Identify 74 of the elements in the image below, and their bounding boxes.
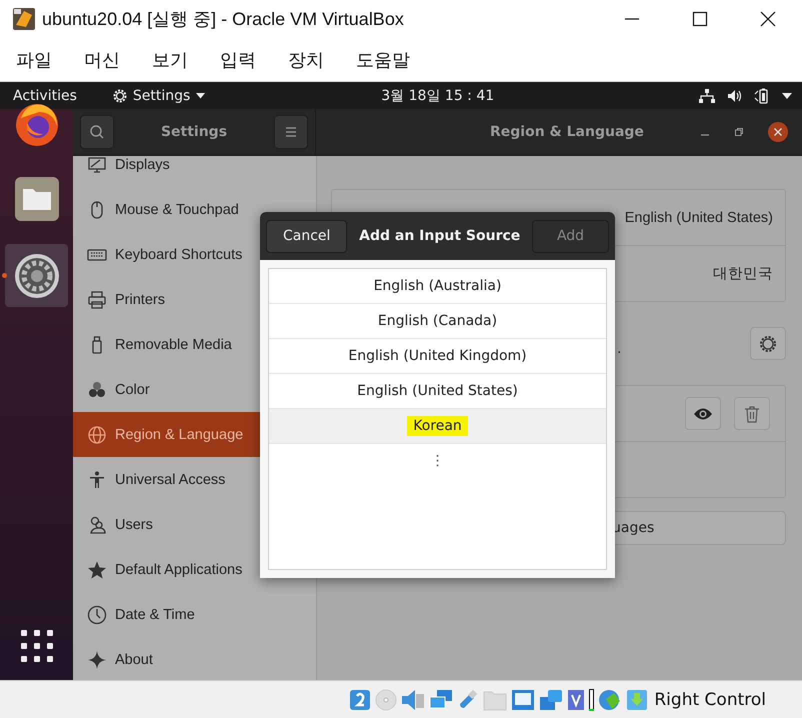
running-dot <box>2 273 7 278</box>
input-source-row[interactable]: English (Australia) <box>269 269 606 304</box>
input-source-row[interactable]: English (Canada) <box>269 304 606 339</box>
menu-item[interactable]: 장치 <box>288 48 324 72</box>
menu-item[interactable]: 보기 <box>152 48 188 72</box>
cancel-button[interactable]: Cancel <box>266 220 348 252</box>
settings-button[interactable] <box>750 327 786 360</box>
delete-button[interactable] <box>734 397 770 430</box>
usb-icon[interactable] <box>457 688 480 710</box>
search-button[interactable] <box>80 115 114 149</box>
highlighted-label: English (Australia) <box>372 277 502 296</box>
network-icon[interactable] <box>699 88 715 102</box>
sparkle-icon <box>87 650 107 670</box>
input-source-row[interactable]: English (United Kingdom) <box>269 339 606 374</box>
close-icon[interactable] <box>760 11 776 27</box>
sidebar-item[interactable]: Displays <box>73 156 316 187</box>
display-icon <box>87 156 107 174</box>
star-icon <box>87 560 107 580</box>
sidebar-item[interactable]: Date & Time <box>73 592 316 637</box>
restore-icon[interactable] <box>734 127 744 137</box>
clock[interactable]: 3월 18일 15 : 41 <box>381 86 494 104</box>
sidebar-item[interactable]: Users <box>73 502 316 547</box>
printer-icon <box>87 290 107 310</box>
dock-item-highlight[interactable] <box>5 244 68 307</box>
panel-title: Region & Language <box>490 124 644 140</box>
sidebar-item[interactable]: Default Applications <box>73 547 316 592</box>
formats-value[interactable]: 대한민국 <box>713 264 773 283</box>
app-menu[interactable]: Settings <box>132 88 190 104</box>
input-source-row[interactable]: Korean <box>269 409 606 444</box>
app-icon <box>12 7 36 31</box>
activities-button[interactable]: Activities <box>13 88 77 104</box>
sidebar-title: Settings <box>160 124 228 140</box>
sidebar-item[interactable]: Universal Access <box>73 457 316 502</box>
folder-icon[interactable] <box>14 176 60 222</box>
caret-icon <box>196 92 206 98</box>
menu-button[interactable] <box>274 115 308 149</box>
hint-text: . <box>617 340 622 356</box>
sidebar-item[interactable]: About <box>73 637 316 680</box>
menu-icon <box>284 126 298 138</box>
menu-item[interactable]: 도움말 <box>356 48 410 72</box>
camera-icon[interactable] <box>539 688 564 710</box>
app-grid-icon[interactable] <box>20 630 52 662</box>
chip-icon[interactable] <box>567 688 586 710</box>
language-value[interactable]: English (United States) <box>624 210 773 226</box>
highlighted-label: English (United Kingdom) <box>347 347 528 366</box>
preview-button[interactable] <box>685 397 721 430</box>
host-key-label: Right Control <box>654 690 766 710</box>
maximize-icon[interactable] <box>692 11 708 27</box>
volume-icon[interactable] <box>727 88 742 102</box>
menu-item[interactable]: 파일 <box>16 48 52 72</box>
menu-item[interactable]: 머신 <box>84 48 120 72</box>
indicator-icon <box>589 688 594 710</box>
access-icon <box>87 470 107 490</box>
dialog-title: Add an Input Source <box>358 228 522 244</box>
menu-item[interactable]: 입력 <box>220 48 256 72</box>
search-icon <box>89 124 105 140</box>
highlighted-label: English (United States) <box>356 382 519 401</box>
color-icon <box>87 380 107 400</box>
globe-icon <box>87 424 107 444</box>
battery-icon[interactable] <box>754 88 770 104</box>
speaker-icon[interactable] <box>401 688 426 710</box>
gear-icon <box>112 88 128 104</box>
eye-icon <box>693 406 713 420</box>
gear-icon <box>759 334 777 352</box>
highlighted-label: Korean <box>407 416 468 436</box>
caret-icon[interactable] <box>782 92 792 98</box>
window-title: ubuntu20.04 [실행 중] - Oracle VM VirtualBox <box>42 8 404 31</box>
screen-icon[interactable] <box>511 688 536 710</box>
more-button[interactable]: ⋮ <box>430 453 444 469</box>
close-icon[interactable] <box>768 122 788 142</box>
clock-icon <box>87 604 107 624</box>
gear-icon[interactable] <box>14 252 60 298</box>
highlighted-label: English (Canada) <box>376 312 498 331</box>
trash-icon <box>744 404 760 422</box>
